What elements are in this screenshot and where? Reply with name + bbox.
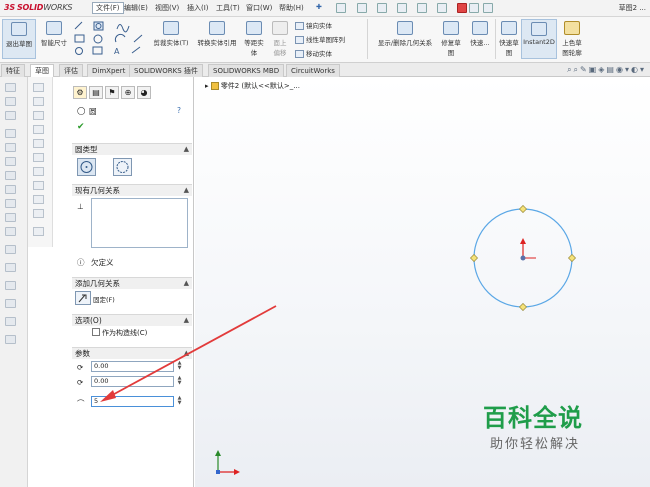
watermark-subtitle: 助你轻松解决 <box>490 437 581 452</box>
sketch-origin-icon <box>520 238 536 261</box>
coordinate-triad-icon <box>215 450 240 475</box>
watermark-title: 百科全说 <box>483 404 583 432</box>
annotation-arrow <box>100 305 277 402</box>
